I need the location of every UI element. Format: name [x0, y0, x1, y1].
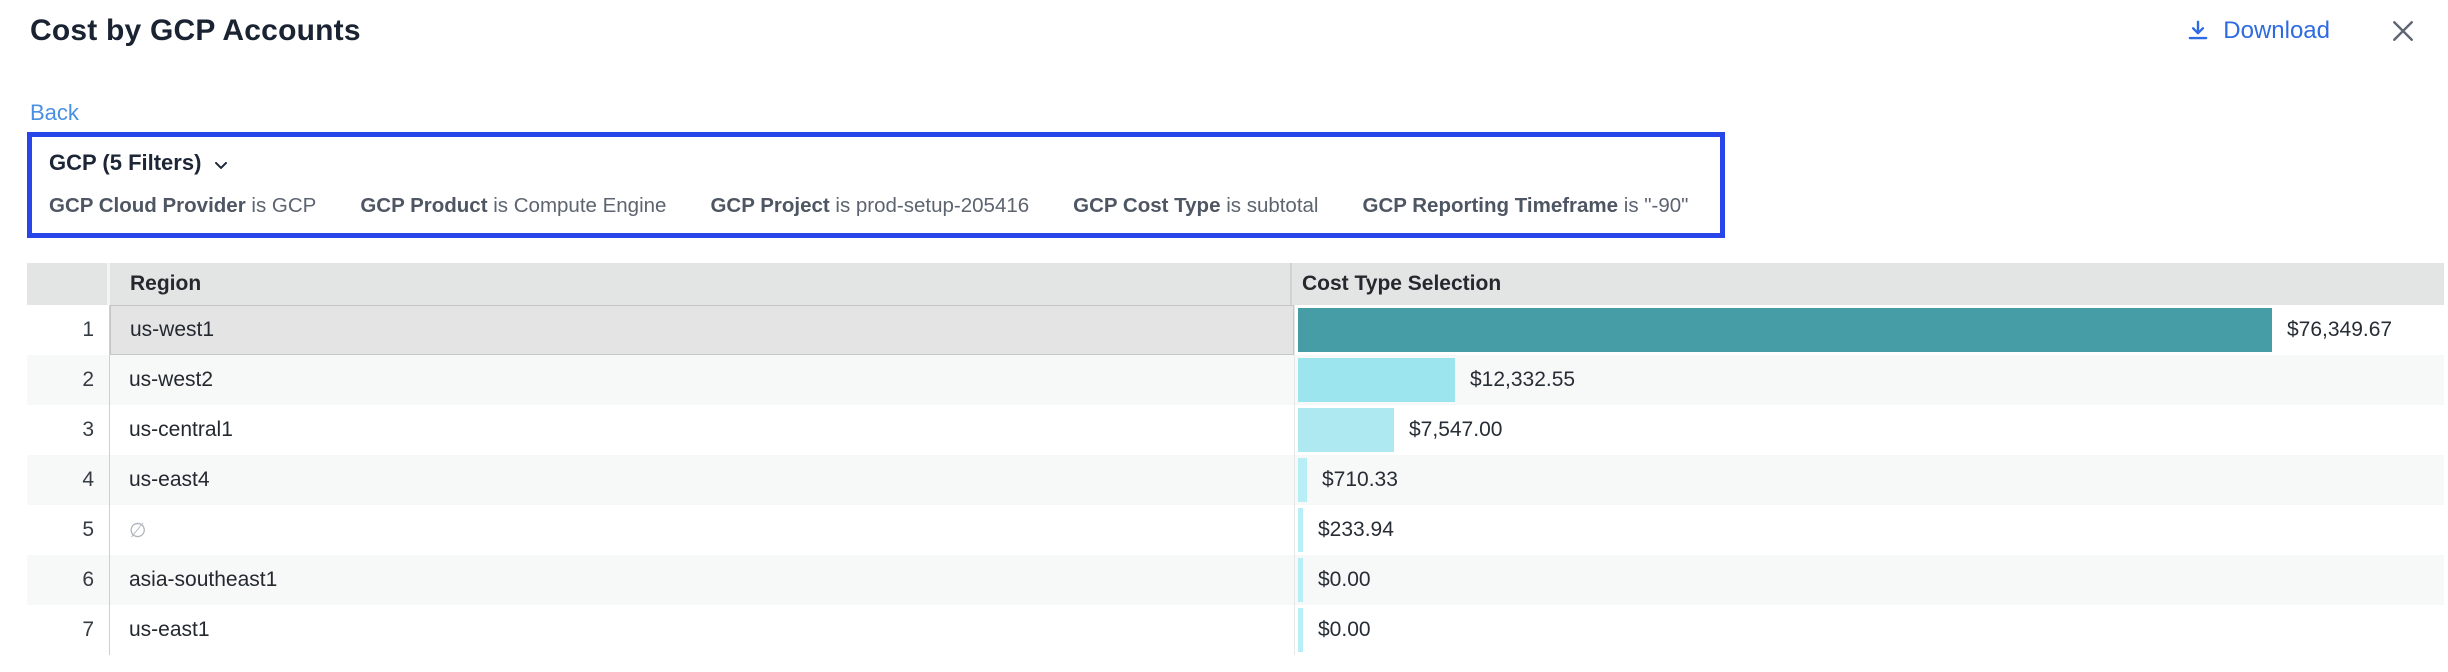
download-icon	[2185, 18, 2211, 44]
region-cell[interactable]: us-west1	[110, 305, 1294, 355]
filter-value: GCP	[272, 194, 316, 217]
filter-group-label: GCP (5 Filters)	[49, 150, 201, 176]
filter-pill[interactable]: GCP Product is Compute Engine	[360, 194, 666, 218]
region-cell[interactable]: us-central1	[110, 405, 1294, 455]
chevron-down-icon	[211, 152, 231, 175]
cost-cell[interactable]: $0.00	[1294, 555, 2444, 605]
filter-name: GCP Cost Type	[1073, 194, 1220, 217]
filter-pill[interactable]: GCP Project is prod-setup-205416	[710, 194, 1029, 218]
region-cell[interactable]: asia-southeast1	[110, 555, 1294, 605]
table-row[interactable]: 5 ∅ $233.94	[27, 505, 2444, 555]
filter-pill[interactable]: GCP Cost Type is subtotal	[1073, 194, 1318, 218]
filter-operator: is	[251, 194, 272, 217]
table-row[interactable]: 3 us-central1 $7,547.00	[27, 405, 2444, 455]
row-number: 4	[27, 455, 110, 505]
filter-operator: is	[493, 194, 514, 217]
filter-pill[interactable]: GCP Cloud Provider is GCP	[49, 194, 316, 218]
cost-bar	[1298, 358, 1455, 402]
table-row[interactable]: 1 us-west1 $76,349.67	[27, 305, 2444, 355]
close-button[interactable]	[2388, 16, 2418, 46]
row-number-column-header	[27, 263, 110, 305]
filter-operator: is	[1226, 194, 1247, 217]
filter-value: "-90"	[1644, 194, 1688, 217]
row-number: 3	[27, 405, 110, 455]
filter-operator: is	[1624, 194, 1645, 217]
row-number: 1	[27, 305, 110, 355]
download-label: Download	[2223, 17, 2330, 45]
table-row[interactable]: 7 us-east1 $0.00	[27, 605, 2444, 655]
cost-cell[interactable]: $7,547.00	[1294, 405, 2444, 455]
region-cell[interactable]: us-east1	[110, 605, 1294, 655]
filter-pills: GCP Cloud Provider is GCP GCP Product is…	[49, 194, 1703, 218]
close-icon	[2388, 16, 2418, 46]
cost-value: $12,332.55	[1470, 368, 1575, 392]
filter-operator: is	[835, 194, 856, 217]
row-number: 2	[27, 355, 110, 405]
cost-cell[interactable]: $0.00	[1294, 605, 2444, 655]
row-number: 6	[27, 555, 110, 605]
filter-name: GCP Reporting Timeframe	[1363, 194, 1619, 217]
cost-bar	[1298, 608, 1303, 652]
table-row[interactable]: 4 us-east4 $710.33	[27, 455, 2444, 505]
region-cell[interactable]: us-east4	[110, 455, 1294, 505]
region-cell[interactable]: us-west2	[110, 355, 1294, 405]
cost-value: $0.00	[1318, 618, 1371, 642]
table-body: 1 us-west1 $76,349.67 2 us-west2 $12,332…	[27, 305, 2444, 655]
table-row[interactable]: 6 asia-southeast1 $0.00	[27, 555, 2444, 605]
header-actions: Download	[2185, 14, 2418, 46]
cost-value: $7,547.00	[1409, 418, 1502, 442]
cost-bar	[1298, 408, 1394, 452]
filter-name: GCP Cloud Provider	[49, 194, 246, 217]
cost-bar	[1298, 508, 1303, 552]
filter-group-toggle[interactable]: GCP (5 Filters)	[49, 150, 231, 176]
table-row[interactable]: 2 us-west2 $12,332.55	[27, 355, 2444, 405]
filter-pill[interactable]: GCP Reporting Timeframe is "-90"	[1363, 194, 1689, 218]
cost-bar	[1298, 558, 1303, 602]
row-number: 7	[27, 605, 110, 655]
filter-value: subtotal	[1247, 194, 1319, 217]
table-header: Region Cost Type Selection	[27, 263, 2444, 305]
filter-panel: GCP (5 Filters) GCP Cloud Provider is GC…	[27, 132, 1725, 238]
region-column-header[interactable]: Region	[110, 263, 1292, 305]
modal-header: Cost by GCP Accounts Download	[0, 0, 2448, 48]
cost-bar	[1298, 308, 2272, 352]
cost-cell[interactable]: $710.33	[1294, 455, 2444, 505]
cost-value: $233.94	[1318, 518, 1394, 542]
region-cell[interactable]: ∅	[110, 505, 1294, 555]
cost-table: Region Cost Type Selection 1 us-west1 $7…	[27, 263, 2444, 655]
cost-cell[interactable]: $12,332.55	[1294, 355, 2444, 405]
cost-bar	[1298, 458, 1307, 502]
cost-column-header[interactable]: Cost Type Selection	[1292, 263, 2444, 305]
row-number: 5	[27, 505, 110, 555]
cost-cell[interactable]: $233.94	[1294, 505, 2444, 555]
back-link[interactable]: Back	[30, 100, 79, 126]
filter-value: prod-setup-205416	[856, 194, 1029, 217]
cost-value: $76,349.67	[2287, 318, 2392, 342]
filter-name: GCP Product	[360, 194, 487, 217]
cost-value: $710.33	[1322, 468, 1398, 492]
cost-value: $0.00	[1318, 568, 1371, 592]
download-button[interactable]: Download	[2185, 17, 2330, 45]
filter-name: GCP Project	[710, 194, 829, 217]
cost-cell[interactable]: $76,349.67	[1294, 305, 2444, 355]
page-title: Cost by GCP Accounts	[30, 14, 361, 48]
filter-value: Compute Engine	[514, 194, 667, 217]
